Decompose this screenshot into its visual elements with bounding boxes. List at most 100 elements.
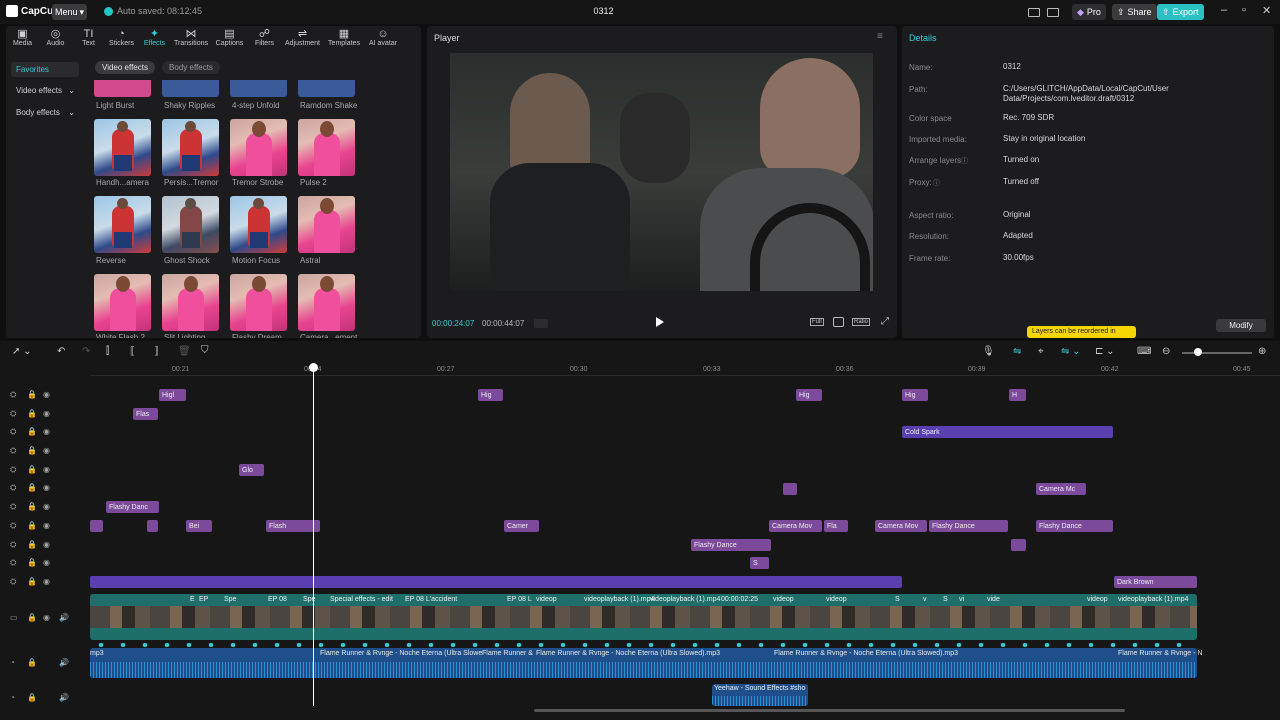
effect-clip[interactable]: S — [750, 557, 769, 569]
lock-icon[interactable]: 🔒 — [27, 427, 37, 436]
effect-clip[interactable]: Flashy Danc — [106, 501, 159, 513]
magnet-icon[interactable]: ⌖ — [1038, 346, 1044, 357]
effect-track-icon[interactable]: ⛭ — [10, 577, 16, 587]
eye-icon[interactable]: ◉ — [43, 558, 50, 567]
effect-track-icon[interactable]: ⛭ — [10, 540, 16, 550]
filter-clip[interactable] — [90, 576, 902, 588]
undo-icon[interactable]: ↶ — [57, 346, 65, 357]
tab-transitions[interactable]: ⋈ Transitions — [171, 26, 211, 52]
effect-clip[interactable]: Glo — [239, 464, 264, 476]
shield-icon[interactable]: ⛉ — [201, 345, 209, 356]
effect-clip[interactable]: Camera Mov — [875, 520, 927, 532]
tab-adjustment[interactable]: ⇌ Adjustment — [281, 26, 324, 52]
audio-track-icon[interactable]: ◔ — [10, 658, 15, 667]
eye-icon[interactable]: ◉ — [43, 577, 50, 586]
effect-track-icon[interactable]: ⛭ — [10, 427, 16, 437]
select-tool-icon[interactable]: ➚ ⌄ — [12, 346, 32, 357]
tab-effects[interactable]: ✦ Effects — [138, 26, 171, 52]
lock-icon[interactable]: 🔒 — [27, 521, 37, 530]
effect-clip[interactable] — [147, 520, 158, 532]
lock-icon[interactable]: 🔒 — [27, 390, 37, 399]
effect-thumbnail[interactable] — [230, 196, 287, 253]
share-button[interactable]: ⇪ Share — [1112, 4, 1157, 20]
video-preview[interactable] — [450, 53, 873, 291]
lock-icon[interactable]: 🔒 — [27, 502, 37, 511]
effect-clip[interactable]: Camera Mov — [769, 520, 822, 532]
effect-thumbnail[interactable] — [298, 196, 355, 253]
play-button[interactable] — [656, 317, 664, 327]
playhead-handle[interactable] — [309, 363, 318, 372]
filter-clip[interactable]: Cold Spark — [902, 426, 1113, 438]
effect-clip[interactable] — [90, 520, 103, 532]
ratio-button[interactable]: Ratio — [852, 318, 871, 326]
lock-icon[interactable]: 🔒 — [27, 558, 37, 567]
delete-icon[interactable]: 🗑 — [178, 346, 191, 357]
effect-thumbnail[interactable] — [94, 196, 151, 253]
shortcuts-icon[interactable] — [1047, 7, 1059, 17]
effect-thumbnail[interactable] — [94, 119, 151, 176]
eye-icon[interactable]: ◉ — [43, 502, 50, 511]
trim-left-icon[interactable]: ⟦ — [130, 346, 135, 357]
effect-track-icon[interactable]: ⛭ — [10, 558, 16, 568]
linkage-icon[interactable]: ⇋ ⌄ — [1061, 346, 1081, 357]
zoom-slider-handle[interactable] — [1194, 348, 1202, 356]
lock-icon[interactable]: 🔒 — [27, 613, 37, 622]
effect-track-icon[interactable]: ⛭ — [10, 465, 16, 475]
effect-clip[interactable]: Higl — [159, 389, 186, 401]
captions-toggle-icon[interactable]: ⌨ — [1137, 346, 1151, 357]
eye-icon[interactable]: ◉ — [43, 427, 50, 436]
maximize-icon[interactable]: ▫ — [1242, 4, 1246, 16]
modify-button[interactable]: Modify — [1216, 319, 1266, 332]
eye-icon[interactable]: ◉ — [43, 521, 50, 530]
effect-thumbnail[interactable] — [94, 80, 151, 97]
lock-icon[interactable]: 🔒 — [27, 658, 37, 667]
lock-icon[interactable]: 🔒 — [27, 540, 37, 549]
effect-track-icon[interactable]: ⛭ — [10, 390, 16, 400]
eye-icon[interactable]: ◉ — [43, 613, 50, 622]
tab-ai-avatar[interactable]: ☺ AI avatar — [364, 26, 402, 52]
effect-thumbnail[interactable] — [230, 119, 287, 176]
fullscreen-icon[interactable]: ⤢ — [881, 316, 889, 327]
zoom-out-icon[interactable]: ⊖ — [1162, 346, 1170, 357]
lock-icon[interactable]: 🔒 — [27, 577, 37, 586]
effect-thumbnail[interactable] — [162, 274, 219, 331]
effect-clip[interactable]: Fla — [824, 520, 848, 532]
effect-thumbnail[interactable] — [298, 119, 355, 176]
effect-clip[interactable]: Camer — [504, 520, 539, 532]
tab-media[interactable]: ▣ Media — [6, 26, 39, 52]
zoom-slider[interactable] — [1182, 352, 1252, 354]
volume-icon[interactable]: 🔊 — [59, 658, 69, 667]
sfx-clip[interactable]: Yeehaw - Sound Effects #sho — [712, 684, 808, 706]
effect-clip[interactable]: Flashy Dance — [1036, 520, 1113, 532]
tab-filters[interactable]: ☍ Filters — [248, 26, 281, 52]
minimize-icon[interactable]: – — [1221, 4, 1227, 16]
effect-clip[interactable]: Flashy Dance — [691, 539, 771, 551]
effect-track-icon[interactable]: ⛭ — [10, 521, 16, 531]
sidebar-item-video-effects[interactable]: Video effects ⌄ — [11, 83, 79, 98]
effect-clip[interactable]: Flash — [266, 520, 320, 532]
link-icon[interactable]: ⇋ — [1013, 346, 1021, 357]
volume-icon[interactable]: 🔊 — [59, 693, 69, 702]
snapshot-icon[interactable] — [833, 317, 844, 327]
sidebar-item-favorites[interactable]: Favorites — [11, 62, 79, 77]
lock-icon[interactable]: 🔒 — [27, 465, 37, 474]
lock-icon[interactable]: 🔒 — [27, 483, 37, 492]
subtab-body-effects[interactable]: Body effects — [162, 61, 220, 74]
timecode-icon[interactable] — [534, 319, 548, 328]
effect-clip[interactable]: Flashy Dance — [929, 520, 1008, 532]
effect-track-icon[interactable]: ⛭ — [10, 483, 16, 493]
eye-icon[interactable]: ◉ — [43, 540, 50, 549]
audio-track-icon[interactable]: ◔ — [10, 693, 15, 702]
microphone-icon[interactable]: 🎙 — [982, 346, 995, 357]
trim-right-icon[interactable]: ⟧ — [154, 346, 159, 357]
effect-clip[interactable]: Dark Brown — [1114, 576, 1197, 588]
effect-clip[interactable]: Bei — [186, 520, 212, 532]
lock-icon[interactable]: 🔒 — [27, 446, 37, 455]
preview-axis-icon[interactable]: ⊏ ⌄ — [1095, 346, 1115, 357]
eye-icon[interactable]: ◉ — [43, 446, 50, 455]
lock-icon[interactable]: 🔒 — [27, 409, 37, 418]
volume-icon[interactable]: 🔊 — [59, 613, 69, 622]
cover-icon[interactable]: ▭ — [10, 613, 18, 622]
full-button[interactable]: Full — [810, 318, 824, 326]
effect-thumbnail[interactable] — [162, 196, 219, 253]
